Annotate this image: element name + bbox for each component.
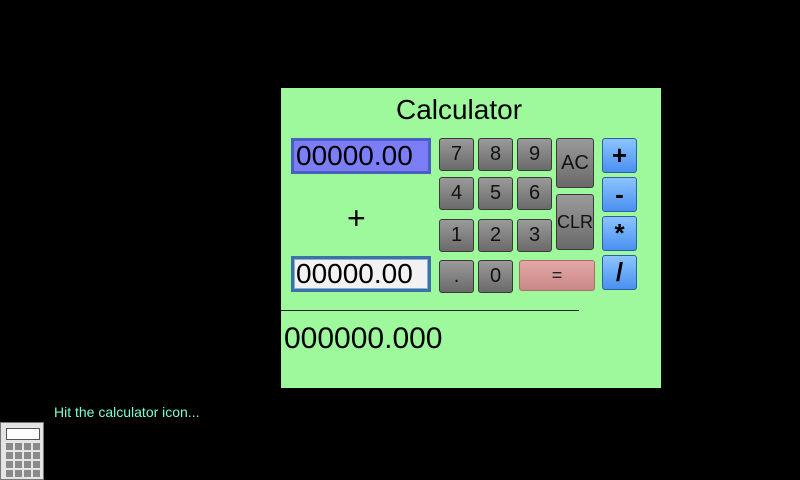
operand-b-field[interactable] (291, 256, 431, 292)
hint-text: Hit the calculator icon... (54, 404, 200, 420)
result-divider (281, 310, 579, 311)
key-1-button[interactable]: 1 (439, 219, 474, 252)
calculator-title: Calculator (395, 94, 523, 125)
all-clear-button[interactable]: AC (556, 138, 594, 188)
calculator-icon-key (15, 452, 22, 459)
equals-button[interactable]: = (519, 260, 595, 291)
calculator-icon-key (33, 452, 40, 459)
decimal-point-button[interactable]: . (439, 260, 474, 293)
calculator-icon-key (24, 470, 31, 477)
calculator-icon-key (6, 461, 13, 468)
key-5-button[interactable]: 5 (478, 177, 513, 210)
calculator-icon-key (6, 452, 13, 459)
key-9-button[interactable]: 9 (517, 138, 552, 171)
minus-button[interactable]: - (602, 177, 637, 212)
key-2-button[interactable]: 2 (478, 219, 513, 252)
calculator-icon-key (24, 452, 31, 459)
clear-button[interactable]: CLR (556, 194, 594, 250)
key-3-button[interactable]: 3 (517, 219, 552, 252)
calculator-icon-key (24, 443, 31, 450)
result-display: 000000.000 (284, 322, 443, 355)
operator-label: + (347, 200, 366, 236)
key-0-button[interactable]: 0 (478, 260, 513, 293)
calculator-panel: Calculator + 7 8 9 4 5 6 1 2 3 . 0 = AC … (281, 88, 661, 388)
calculator-icon-key (6, 470, 13, 477)
key-6-button[interactable]: 6 (517, 177, 552, 210)
key-8-button[interactable]: 8 (478, 138, 513, 171)
key-4-button[interactable]: 4 (439, 177, 474, 210)
calculator-icon-key (15, 461, 22, 468)
multiply-button[interactable]: * (602, 216, 637, 251)
calculator-icon-key (33, 443, 40, 450)
calculator-icon-key (33, 470, 40, 477)
calculator-icon-key (24, 461, 31, 468)
calculator-icon-key (33, 461, 40, 468)
key-7-button[interactable]: 7 (439, 138, 474, 171)
calculator-icon-key (15, 443, 22, 450)
calculator-icon-screen (6, 428, 40, 440)
operand-a-field[interactable] (291, 138, 431, 174)
calculator-icon-key (6, 443, 13, 450)
calculator-icon[interactable] (0, 422, 44, 480)
app-screen: Calculator + 7 8 9 4 5 6 1 2 3 . 0 = AC … (0, 0, 800, 480)
divide-button[interactable]: / (602, 255, 637, 290)
plus-button[interactable]: + (602, 138, 637, 173)
calculator-icon-key (15, 470, 22, 477)
